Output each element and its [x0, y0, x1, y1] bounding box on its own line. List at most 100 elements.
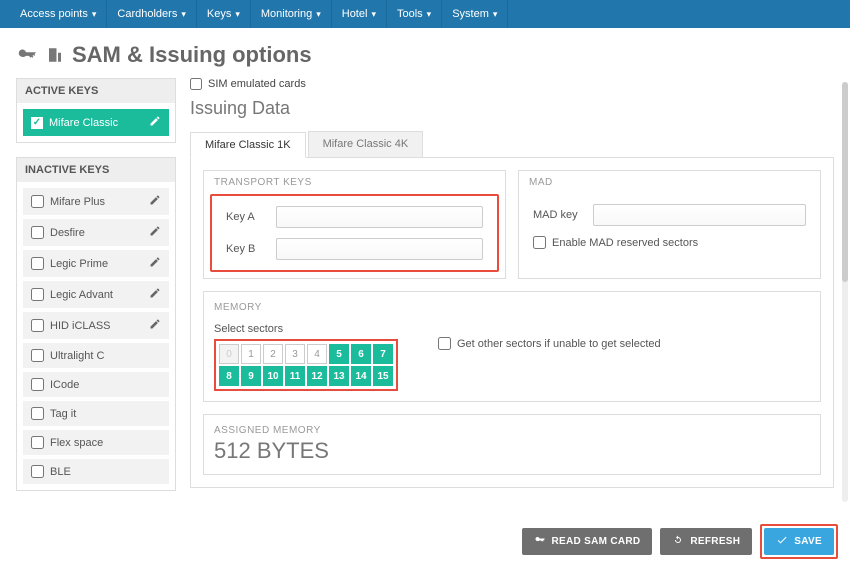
inactive-key-checkbox[interactable]	[31, 288, 44, 301]
sector-cell[interactable]: 8	[219, 366, 239, 386]
assigned-memory-value: 512 BYTES	[214, 438, 810, 464]
tab-content: TRANSPORT KEYS Key A Key B	[190, 158, 834, 488]
inactive-key-label: Legic Prime	[50, 258, 149, 270]
sector-cell[interactable]: 11	[285, 366, 305, 386]
inactive-key-item[interactable]: Ultralight C	[23, 343, 169, 368]
tab-mifare-1k[interactable]: Mifare Classic 1K	[190, 132, 306, 158]
edit-icon[interactable]	[149, 256, 161, 271]
edit-icon[interactable]	[149, 287, 161, 302]
chevron-down-icon: ▾	[316, 9, 321, 20]
sector-cell[interactable]: 9	[241, 366, 261, 386]
tab-mifare-4k[interactable]: Mifare Classic 4K	[308, 131, 424, 157]
sector-cell[interactable]: 4	[307, 344, 327, 364]
assigned-memory-fieldset: ASSIGNED MEMORY 512 BYTES	[203, 414, 821, 475]
sector-cell[interactable]: 2	[263, 344, 283, 364]
inactive-key-label: Mifare Plus	[50, 196, 149, 208]
tabs: Mifare Classic 1K Mifare Classic 4K	[190, 131, 834, 158]
nav-hotel[interactable]: Hotel▾	[332, 0, 387, 28]
inactive-key-checkbox[interactable]	[31, 195, 44, 208]
top-nav: Access points▾ Cardholders▾ Keys▾ Monito…	[0, 0, 850, 28]
inactive-key-checkbox[interactable]	[31, 349, 44, 362]
inactive-key-item[interactable]: Mifare Plus	[23, 188, 169, 215]
inactive-key-checkbox[interactable]	[31, 436, 44, 449]
mad-key-label: MAD key	[533, 209, 593, 221]
edit-icon[interactable]	[149, 115, 161, 130]
chevron-down-icon: ▾	[235, 9, 240, 20]
inactive-key-checkbox[interactable]	[31, 407, 44, 420]
check-icon	[776, 534, 788, 549]
inactive-key-item[interactable]: Tag it	[23, 401, 169, 426]
inactive-keys-panel: INACTIVE KEYS Mifare Plus Desfire Legic Pr…	[16, 157, 176, 491]
edit-icon[interactable]	[149, 318, 161, 333]
refresh-icon	[672, 534, 684, 549]
building-icon	[46, 46, 64, 64]
assigned-memory-header: ASSIGNED MEMORY	[214, 425, 810, 436]
inactive-key-label: Legic Advant	[50, 289, 149, 301]
chevron-down-icon: ▾	[92, 9, 97, 20]
edit-icon[interactable]	[149, 194, 161, 209]
sector-grid: 01234567 89101112131415	[214, 339, 398, 391]
inactive-key-checkbox[interactable]	[31, 465, 44, 478]
key-a-input[interactable]	[276, 206, 483, 228]
sector-cell[interactable]: 6	[351, 344, 371, 364]
chevron-down-icon: ▾	[427, 9, 432, 20]
inactive-key-item[interactable]: Flex space	[23, 430, 169, 455]
page-title: SAM & Issuing options	[72, 42, 312, 68]
refresh-button[interactable]: REFRESH	[660, 528, 752, 555]
inactive-key-item[interactable]: Legic Advant	[23, 281, 169, 308]
chevron-down-icon: ▾	[493, 9, 498, 20]
chevron-down-icon: ▾	[371, 9, 376, 20]
sim-emulated-checkbox[interactable]	[190, 78, 202, 90]
sector-cell[interactable]: 1	[241, 344, 261, 364]
inactive-key-item[interactable]: Legic Prime	[23, 250, 169, 277]
get-other-checkbox[interactable]	[438, 337, 451, 350]
scrollbar[interactable]	[842, 82, 848, 502]
inactive-key-checkbox[interactable]	[31, 319, 44, 332]
memory-fieldset: MEMORY Select sectors 01234567 891011121…	[203, 291, 821, 402]
sector-cell[interactable]: 3	[285, 344, 305, 364]
nav-keys[interactable]: Keys▾	[197, 0, 251, 28]
key-b-input[interactable]	[276, 238, 483, 260]
get-other-label: Get other sectors if unable to get selec…	[457, 338, 661, 350]
mad-enable-label: Enable MAD reserved sectors	[552, 237, 698, 249]
sector-cell[interactable]: 13	[329, 366, 349, 386]
transport-keys-fieldset: TRANSPORT KEYS Key A Key B	[203, 170, 506, 279]
key-b-label: Key B	[226, 243, 276, 255]
nav-cardholders[interactable]: Cardholders▾	[107, 0, 196, 28]
sector-cell[interactable]: 15	[373, 366, 393, 386]
inactive-key-item[interactable]: HID iCLASS	[23, 312, 169, 339]
nav-tools[interactable]: Tools▾	[387, 0, 442, 28]
sim-emulated-label: SIM emulated cards	[208, 78, 306, 90]
active-key-item[interactable]: ✓ Mifare Classic	[23, 109, 169, 136]
sector-cell[interactable]: 7	[373, 344, 393, 364]
active-keys-header: ACTIVE KEYS	[17, 79, 175, 103]
transport-keys-header: TRANSPORT KEYS	[204, 171, 505, 194]
nav-access-points[interactable]: Access points▾	[10, 0, 107, 28]
read-sam-card-button[interactable]: READ SAM CARD	[522, 528, 653, 555]
edit-icon[interactable]	[149, 225, 161, 240]
inactive-key-item[interactable]: Desfire	[23, 219, 169, 246]
inactive-key-checkbox[interactable]	[31, 257, 44, 270]
chevron-down-icon: ▾	[181, 9, 186, 20]
sector-cell[interactable]: 10	[263, 366, 283, 386]
inactive-key-item[interactable]: BLE	[23, 459, 169, 484]
key-icon	[534, 534, 546, 549]
inactive-keys-header: INACTIVE KEYS	[17, 158, 175, 182]
issuing-data-title: Issuing Data	[190, 98, 834, 119]
inactive-key-checkbox[interactable]	[31, 226, 44, 239]
sector-cell[interactable]: 12	[307, 366, 327, 386]
mad-enable-checkbox[interactable]	[533, 236, 546, 249]
page-header: SAM & Issuing options	[0, 28, 850, 78]
sector-cell[interactable]: 14	[351, 366, 371, 386]
inactive-key-checkbox[interactable]	[31, 378, 44, 391]
save-button[interactable]: SAVE	[764, 528, 834, 555]
mad-key-input[interactable]	[593, 204, 806, 226]
transport-keys-callout: Key A Key B	[210, 194, 499, 272]
nav-system[interactable]: System▾	[442, 0, 508, 28]
key-a-label: Key A	[226, 211, 276, 223]
sector-cell[interactable]: 5	[329, 344, 349, 364]
sector-cell: 0	[219, 344, 239, 364]
check-icon: ✓	[31, 117, 43, 129]
inactive-key-item[interactable]: ICode	[23, 372, 169, 397]
nav-monitoring[interactable]: Monitoring▾	[251, 0, 332, 28]
